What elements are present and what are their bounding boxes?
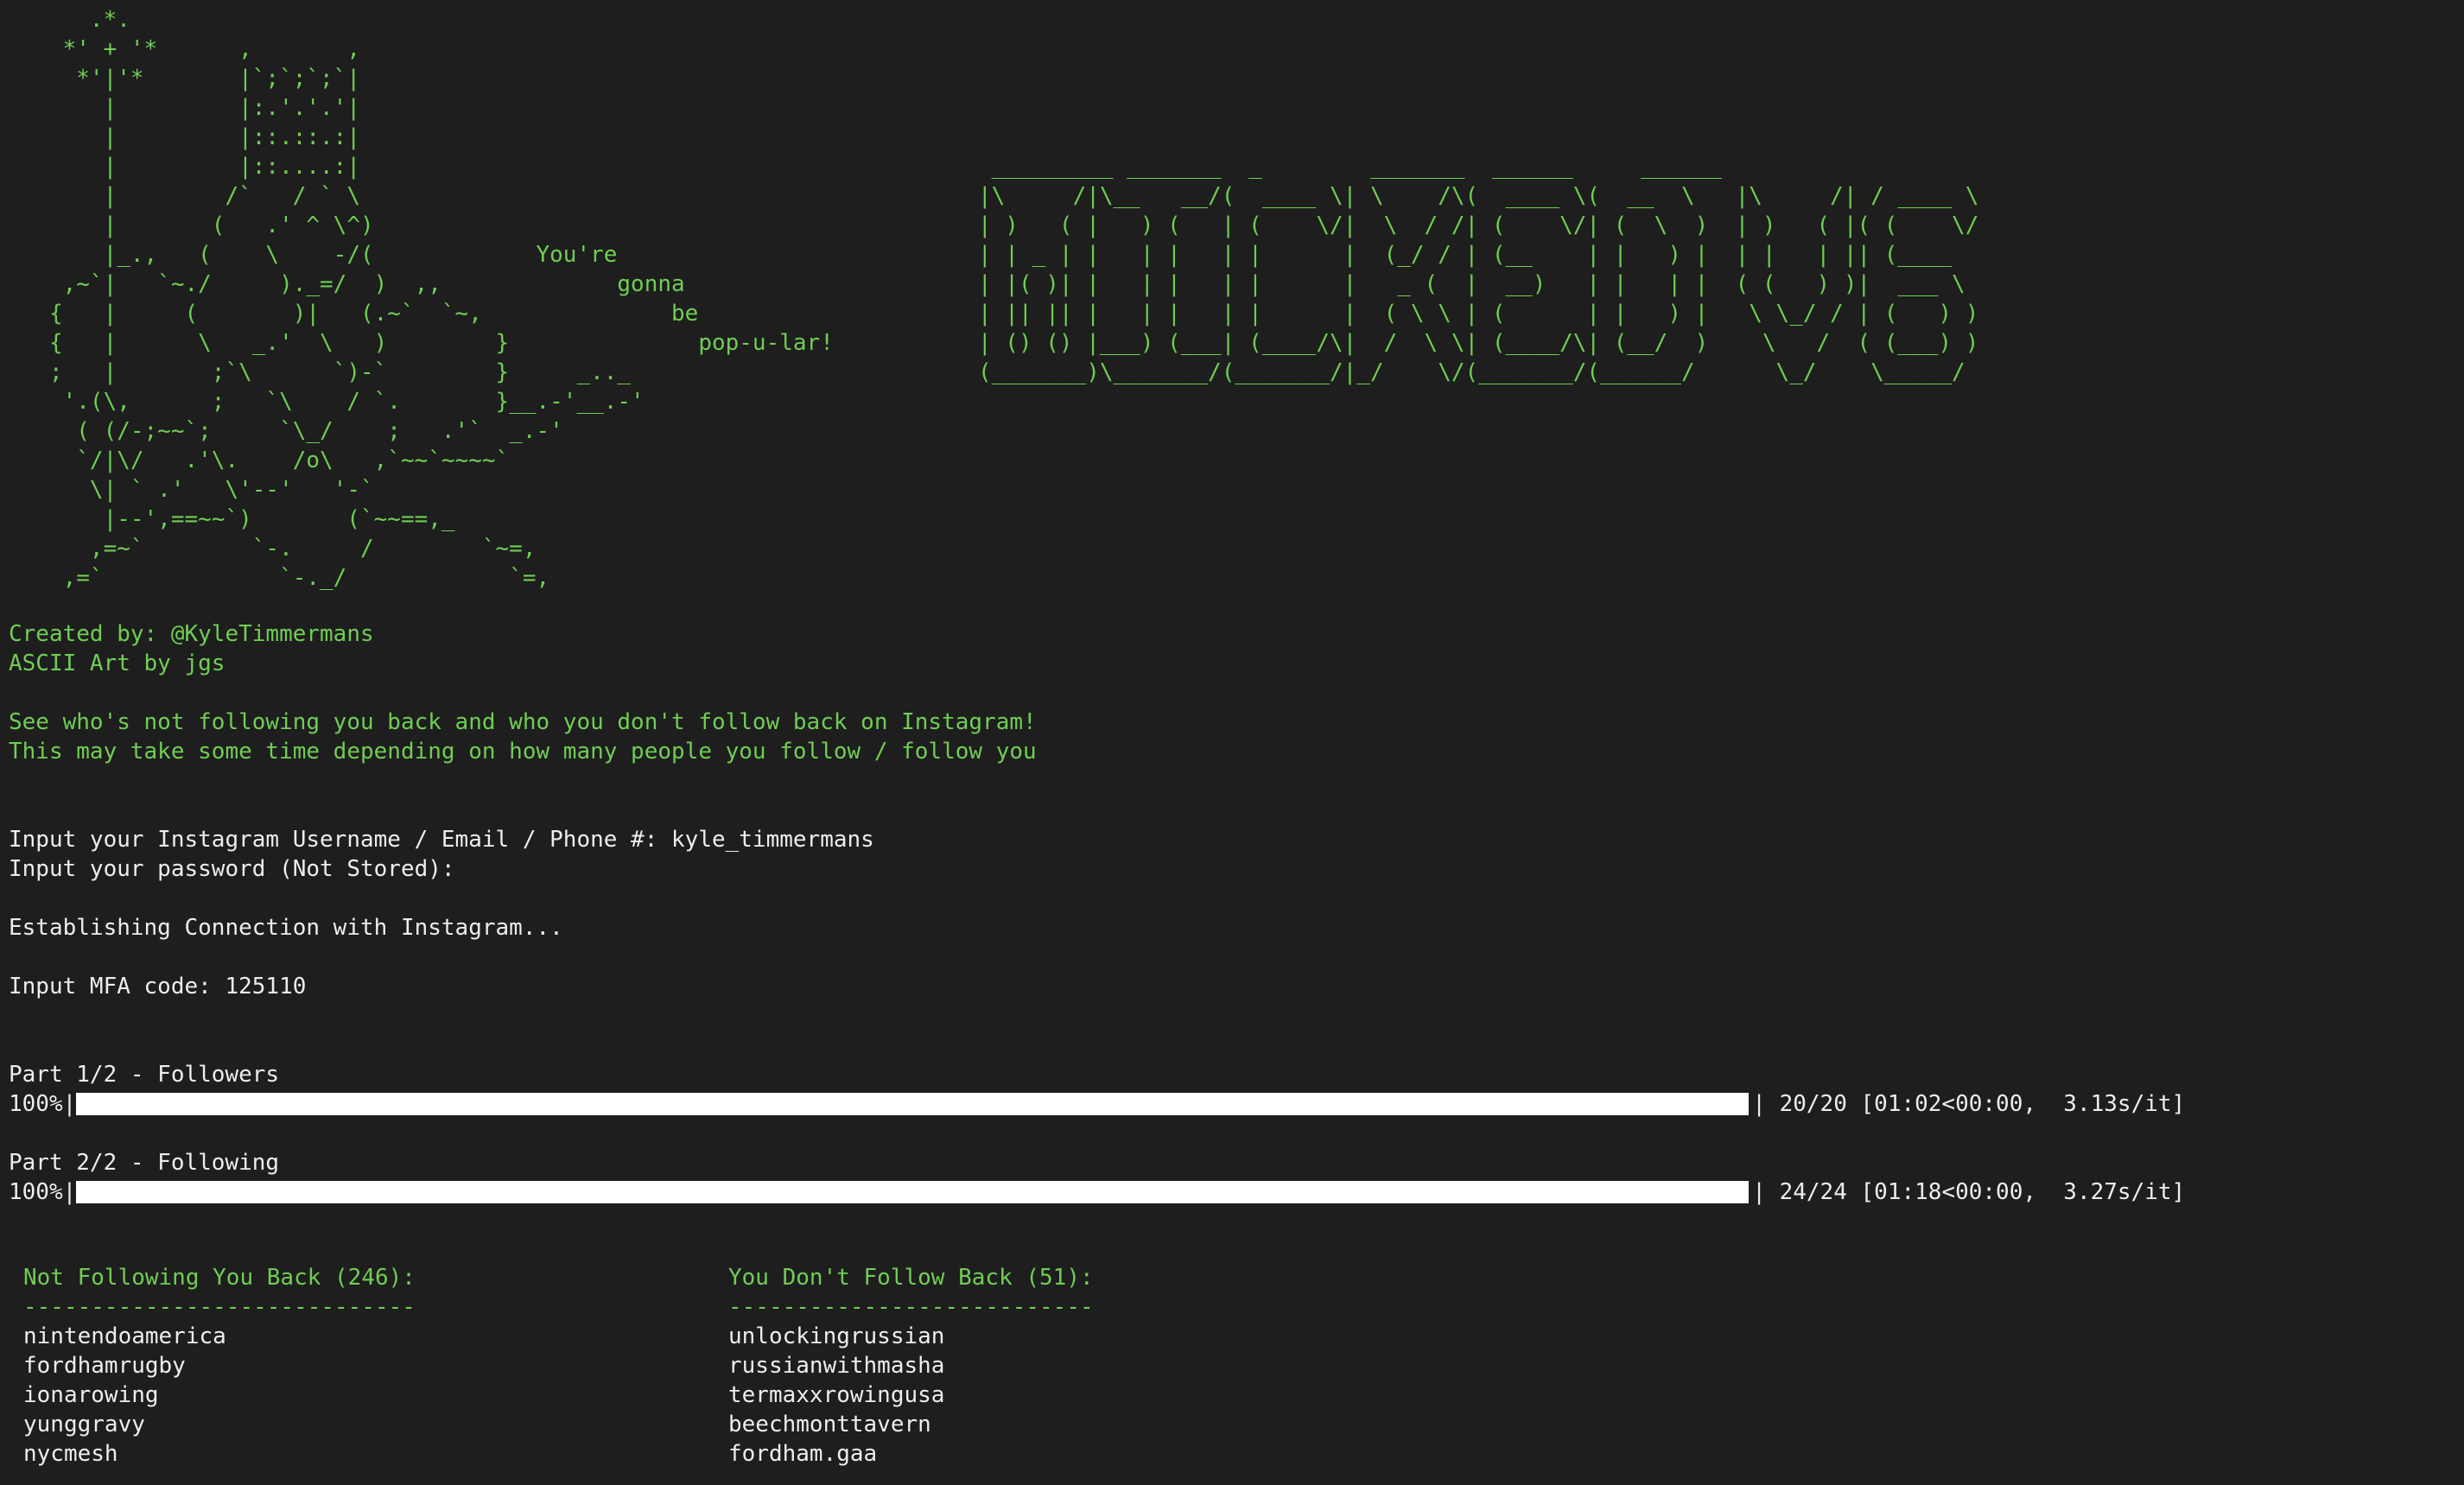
list-item: fordham.gaa	[728, 1441, 878, 1467]
ascii-credit-text: ASCII Art by jgs	[9, 650, 225, 676]
terminal-window[interactable]: .*. *' + '* , , *'|'* |`;`;`;`| | |:.'.'…	[0, 0, 2464, 1485]
progress-bar-following	[76, 1181, 1750, 1203]
username-prompt: Input your Instagram Username / Email / …	[9, 827, 874, 853]
progress-row-followers: 100%| | 20/20 [01:02<00:00, 3.13s/it]	[9, 1089, 2185, 1119]
list-item: fordhamrugby	[23, 1353, 186, 1379]
mfa-prompt: Input MFA code: 125110	[9, 974, 307, 1000]
progress-bar-fill	[76, 1093, 1750, 1115]
not-following-back-list: Not Following You Back (246): ----------…	[23, 1263, 416, 1469]
dont-follow-back-header: You Don't Follow Back (51):	[728, 1265, 1094, 1291]
progress-percent-following: 100%|	[9, 1179, 77, 1205]
connection-status: Establishing Connection with Instagram..…	[9, 915, 563, 941]
divider: -----------------------------	[23, 1294, 416, 1320]
created-by-text: Created by: @KyleTimmermans	[9, 621, 374, 647]
dont-follow-back-list: You Don't Follow Back (51): ------------…	[728, 1263, 1094, 1469]
progress-title-followers: Part 1/2 - Followers	[9, 1062, 280, 1088]
not-following-back-header: Not Following You Back (246):	[23, 1265, 416, 1291]
progress-bar-followers	[76, 1093, 1750, 1115]
description-line-2: This may take some time depending on how…	[9, 739, 1037, 765]
progress-stats-followers: | 20/20 [01:02<00:00, 3.13s/it]	[1752, 1091, 2186, 1117]
progress-bar-fill	[76, 1181, 1750, 1203]
list-item: yunggravy	[23, 1412, 145, 1437]
progress-percent-followers: 100%|	[9, 1091, 77, 1117]
list-item: nycmesh	[23, 1441, 118, 1467]
description-line-1: See who's not following you back and who…	[9, 709, 1037, 735]
list-item: termaxxrowingusa	[728, 1382, 945, 1408]
progress-title-following: Part 2/2 - Following	[9, 1150, 280, 1176]
list-item: beechmonttavern	[728, 1412, 931, 1437]
list-item: ionarowing	[23, 1382, 159, 1408]
progress-stats-following: | 24/24 [01:18<00:00, 3.27s/it]	[1752, 1179, 2186, 1205]
ascii-art-figure: .*. *' + '* , , *'|'* |`;`;`;`| | |:.'.'…	[48, 7, 834, 591]
progress-row-following: 100%| | 24/24 [01:18<00:00, 3.27s/it]	[9, 1177, 2185, 1207]
list-item: russianwithmasha	[728, 1353, 945, 1379]
list-item: unlockingrussian	[728, 1323, 945, 1349]
divider: ---------------------------	[728, 1294, 1094, 1320]
password-prompt: Input your password (Not Stored):	[9, 856, 455, 882]
ascii-art-wicked-logo: _________ _______ _ _______ ______ _____…	[978, 154, 1979, 385]
list-item: nintendoamerica	[23, 1323, 226, 1349]
